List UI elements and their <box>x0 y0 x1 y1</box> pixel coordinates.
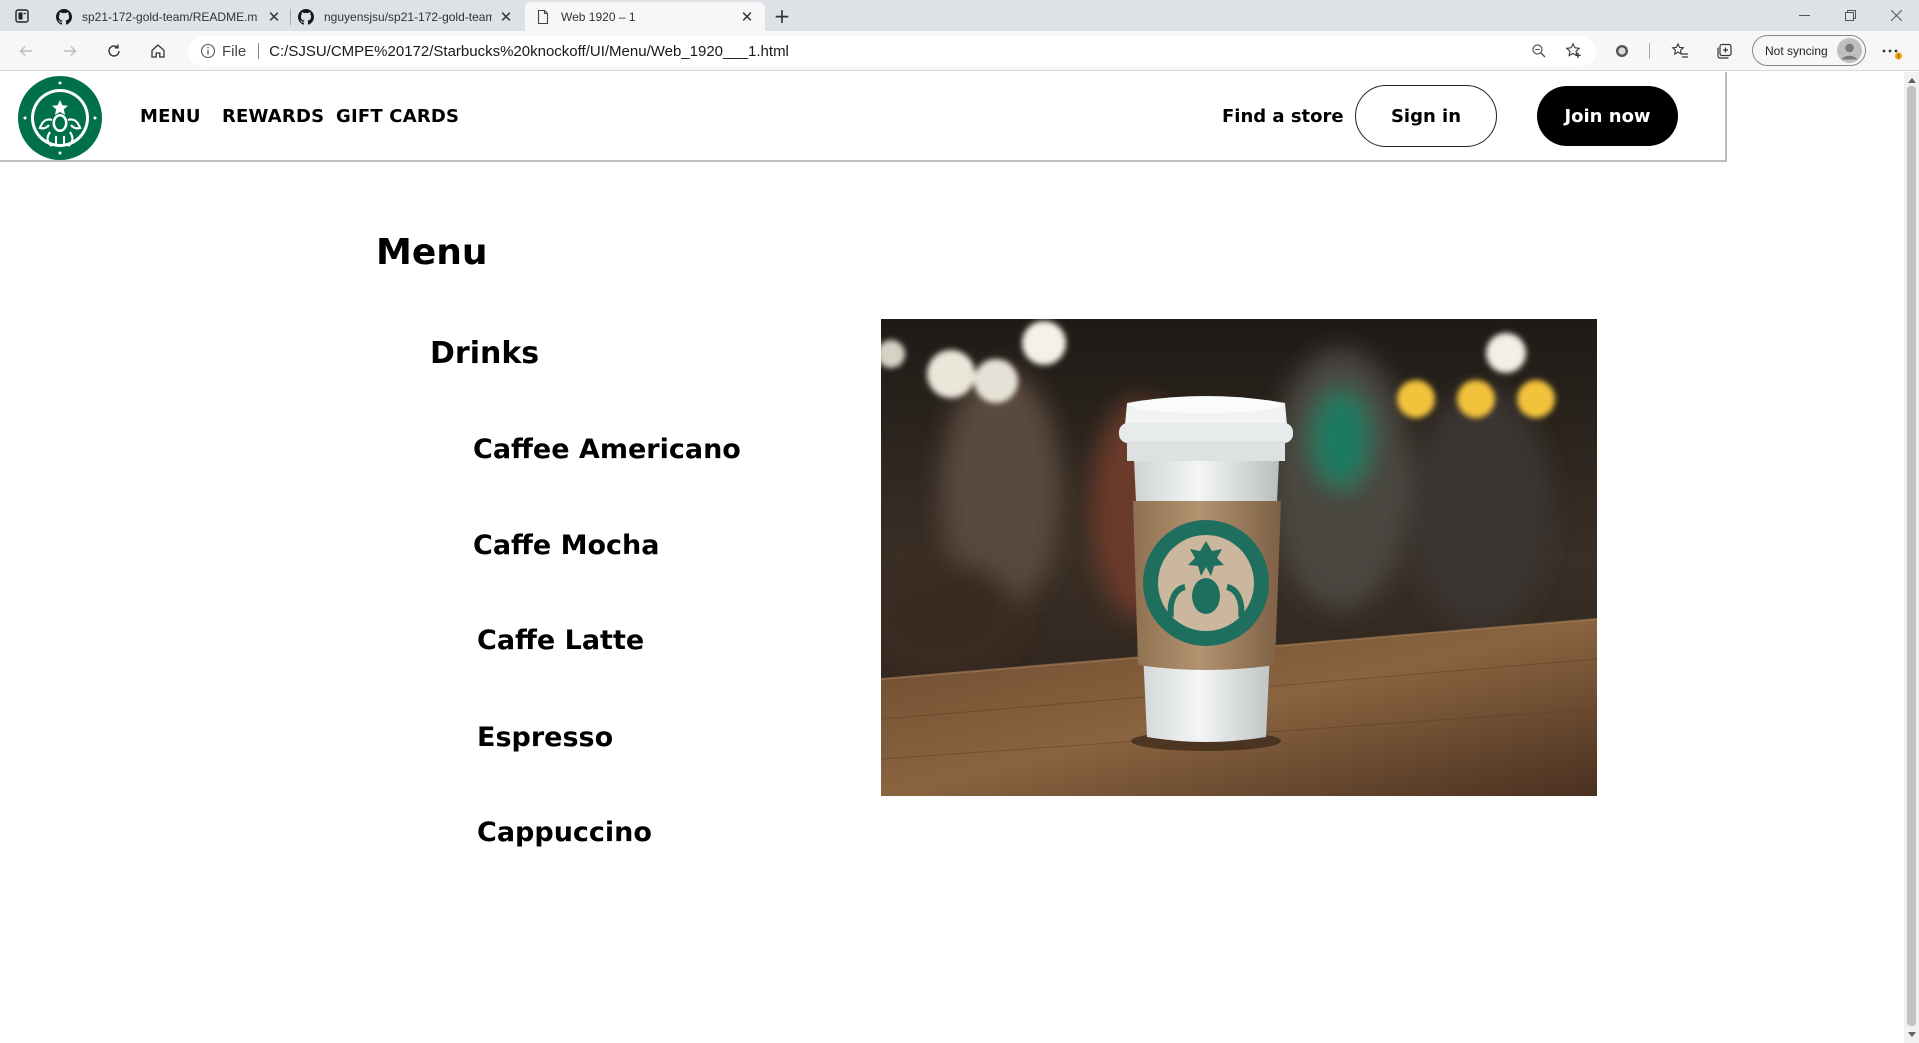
close-window-button[interactable] <box>1873 0 1919 31</box>
close-icon[interactable]: ✕ <box>739 9 755 26</box>
tab-web-1920[interactable]: Web 1920 – 1 ✕ <box>525 2 765 31</box>
join-now-button[interactable]: Join now <box>1537 86 1678 146</box>
sync-label: Not syncing <box>1765 43 1828 58</box>
section-title-drinks: Drinks <box>430 336 540 371</box>
menu-item-caffe-mocha[interactable]: Caffe Mocha <box>473 530 659 561</box>
browser-toolbar: File C:/SJSU/CMPE%20172/Starbucks%20knoc… <box>0 31 1919 71</box>
tab-title: sp21-172-gold-team/README.m <box>82 9 258 24</box>
avatar <box>1837 38 1862 63</box>
add-favorite-icon[interactable] <box>1558 37 1590 65</box>
page-title: Menu <box>376 232 488 273</box>
close-icon[interactable]: ✕ <box>266 9 282 26</box>
minimize-button[interactable] <box>1781 0 1827 31</box>
vertical-scrollbar[interactable] <box>1904 72 1919 1043</box>
svg-text:!: ! <box>1897 54 1899 60</box>
tab-repo[interactable]: nguyensjsu/sp21-172-gold-team ✕ <box>288 2 524 31</box>
file-icon <box>535 9 551 25</box>
address-bar[interactable]: File C:/SJSU/CMPE%20172/Starbucks%20knoc… <box>188 36 1596 66</box>
menu-item-cappuccino[interactable]: Cappuccino <box>477 817 652 848</box>
url-text[interactable]: C:/SJSU/CMPE%20172/Starbucks%20knockoff/… <box>269 43 789 60</box>
menu-item-caffee-americano[interactable]: Caffee Americano <box>473 434 741 465</box>
tab-title: nguyensjsu/sp21-172-gold-team <box>324 9 492 24</box>
profile-sync-button[interactable]: Not syncing <box>1752 35 1866 66</box>
restore-button[interactable] <box>1827 0 1873 31</box>
new-tab-button[interactable]: + <box>770 4 794 28</box>
github-icon <box>56 8 72 25</box>
scroll-down-icon[interactable] <box>1906 1029 1917 1040</box>
settings-more-icon[interactable]: ! <box>1876 37 1908 65</box>
webpage: MENU REWARDS GIFT CARDS Find a store Sig… <box>0 72 1904 1043</box>
home-button[interactable] <box>142 37 174 65</box>
favorites-icon[interactable] <box>1664 37 1696 65</box>
scroll-up-icon[interactable] <box>1906 74 1917 85</box>
info-icon[interactable] <box>200 43 216 59</box>
menu-item-espresso[interactable]: Espresso <box>477 722 613 753</box>
extension-icon[interactable] <box>1606 37 1638 65</box>
tab-readme[interactable]: sp21-172-gold-team/README.m ✕ <box>46 2 292 31</box>
tab-title: Web 1920 – 1 <box>561 9 636 24</box>
sign-in-button[interactable]: Sign in <box>1355 85 1497 147</box>
tab-actions-icon[interactable] <box>10 6 34 26</box>
coffee-cup-hero-image <box>881 319 1597 796</box>
menu-item-caffe-latte[interactable]: Caffe Latte <box>477 625 644 656</box>
nav-gift-cards-link[interactable]: GIFT CARDS <box>336 106 459 127</box>
toolbar-separator <box>1649 43 1650 59</box>
find-store-link[interactable]: Find a store <box>1222 106 1344 127</box>
close-icon[interactable]: ✕ <box>498 9 514 26</box>
browser-tab-bar: sp21-172-gold-team/README.m ✕ nguyensjsu… <box>0 0 1919 31</box>
scheme-label: File <box>222 42 247 60</box>
refresh-button[interactable] <box>98 37 130 65</box>
scrollbar-thumb[interactable] <box>1907 86 1916 1026</box>
nav-menu-link[interactable]: MENU <box>140 106 201 127</box>
zoom-icon[interactable] <box>1523 37 1555 65</box>
site-header: MENU REWARDS GIFT CARDS Find a store Sig… <box>0 72 1727 162</box>
nav-rewards-link[interactable]: REWARDS <box>222 106 324 127</box>
github-icon <box>298 8 314 25</box>
collections-icon[interactable] <box>1708 37 1740 65</box>
starbucks-logo[interactable] <box>18 76 102 160</box>
back-button[interactable] <box>10 37 42 65</box>
forward-button[interactable] <box>54 37 86 65</box>
address-divider <box>258 43 260 59</box>
